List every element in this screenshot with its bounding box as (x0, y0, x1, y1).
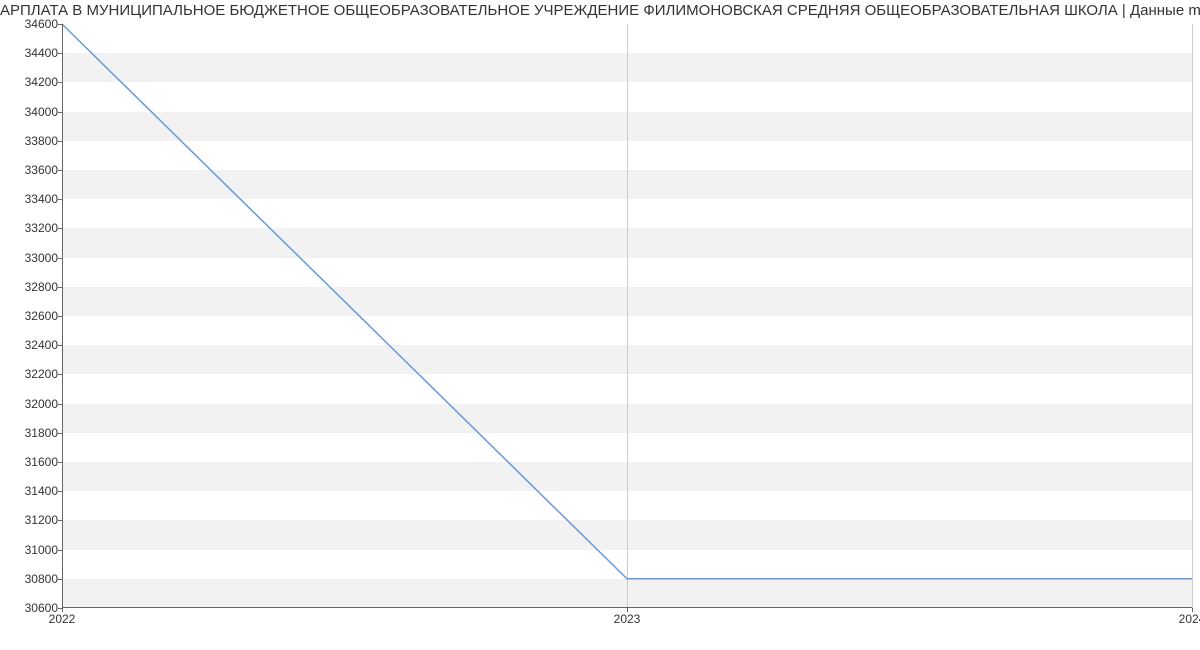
y-tick (58, 170, 62, 171)
y-tick (58, 228, 62, 229)
y-tick-label: 33400 (8, 192, 58, 206)
y-tick (58, 316, 62, 317)
y-tick (58, 112, 62, 113)
y-axis (62, 24, 63, 608)
y-tick (58, 579, 62, 580)
y-tick (58, 520, 62, 521)
y-tick-label: 31600 (8, 455, 58, 469)
y-tick (58, 433, 62, 434)
y-tick-label: 32600 (8, 309, 58, 323)
y-tick-label: 32800 (8, 280, 58, 294)
y-tick-label: 30800 (8, 572, 58, 586)
y-tick-label: 30600 (8, 601, 58, 615)
chart-container: АРПЛАТА В МУНИЦИПАЛЬНОЕ БЮДЖЕТНОЕ ОБЩЕОБ… (0, 0, 1200, 650)
y-tick-label: 33800 (8, 134, 58, 148)
y-tick (58, 404, 62, 405)
y-tick (58, 462, 62, 463)
y-tick (58, 491, 62, 492)
y-tick (58, 199, 62, 200)
y-tick (58, 53, 62, 54)
y-tick-label: 34200 (8, 75, 58, 89)
y-tick (58, 345, 62, 346)
y-tick (58, 258, 62, 259)
y-tick (58, 141, 62, 142)
y-tick-label: 31000 (8, 543, 58, 557)
y-tick (58, 82, 62, 83)
y-tick-label: 33000 (8, 251, 58, 265)
y-tick-label: 31800 (8, 426, 58, 440)
y-tick (58, 24, 62, 25)
y-tick-label: 33600 (8, 163, 58, 177)
y-tick-label: 33200 (8, 221, 58, 235)
y-tick (58, 608, 62, 609)
y-tick-label: 32200 (8, 367, 58, 381)
y-tick-label: 34400 (8, 46, 58, 60)
y-tick-label: 31200 (8, 513, 58, 527)
y-tick (58, 287, 62, 288)
chart-title: АРПЛАТА В МУНИЦИПАЛЬНОЕ БЮДЖЕТНОЕ ОБЩЕОБ… (0, 2, 1200, 19)
chart-line-layer (62, 24, 1192, 608)
y-tick-label: 32000 (8, 397, 58, 411)
y-tick-label: 32400 (8, 338, 58, 352)
y-tick-label: 31400 (8, 484, 58, 498)
plot-area (62, 24, 1192, 608)
x-tick-label: 2024 (1179, 612, 1200, 626)
y-tick (58, 374, 62, 375)
y-tick-label: 34600 (8, 17, 58, 31)
y-tick-label: 34000 (8, 105, 58, 119)
data-line (62, 24, 1192, 579)
x-gridline (1192, 24, 1193, 608)
y-tick (58, 550, 62, 551)
x-tick-label: 2023 (614, 612, 641, 626)
